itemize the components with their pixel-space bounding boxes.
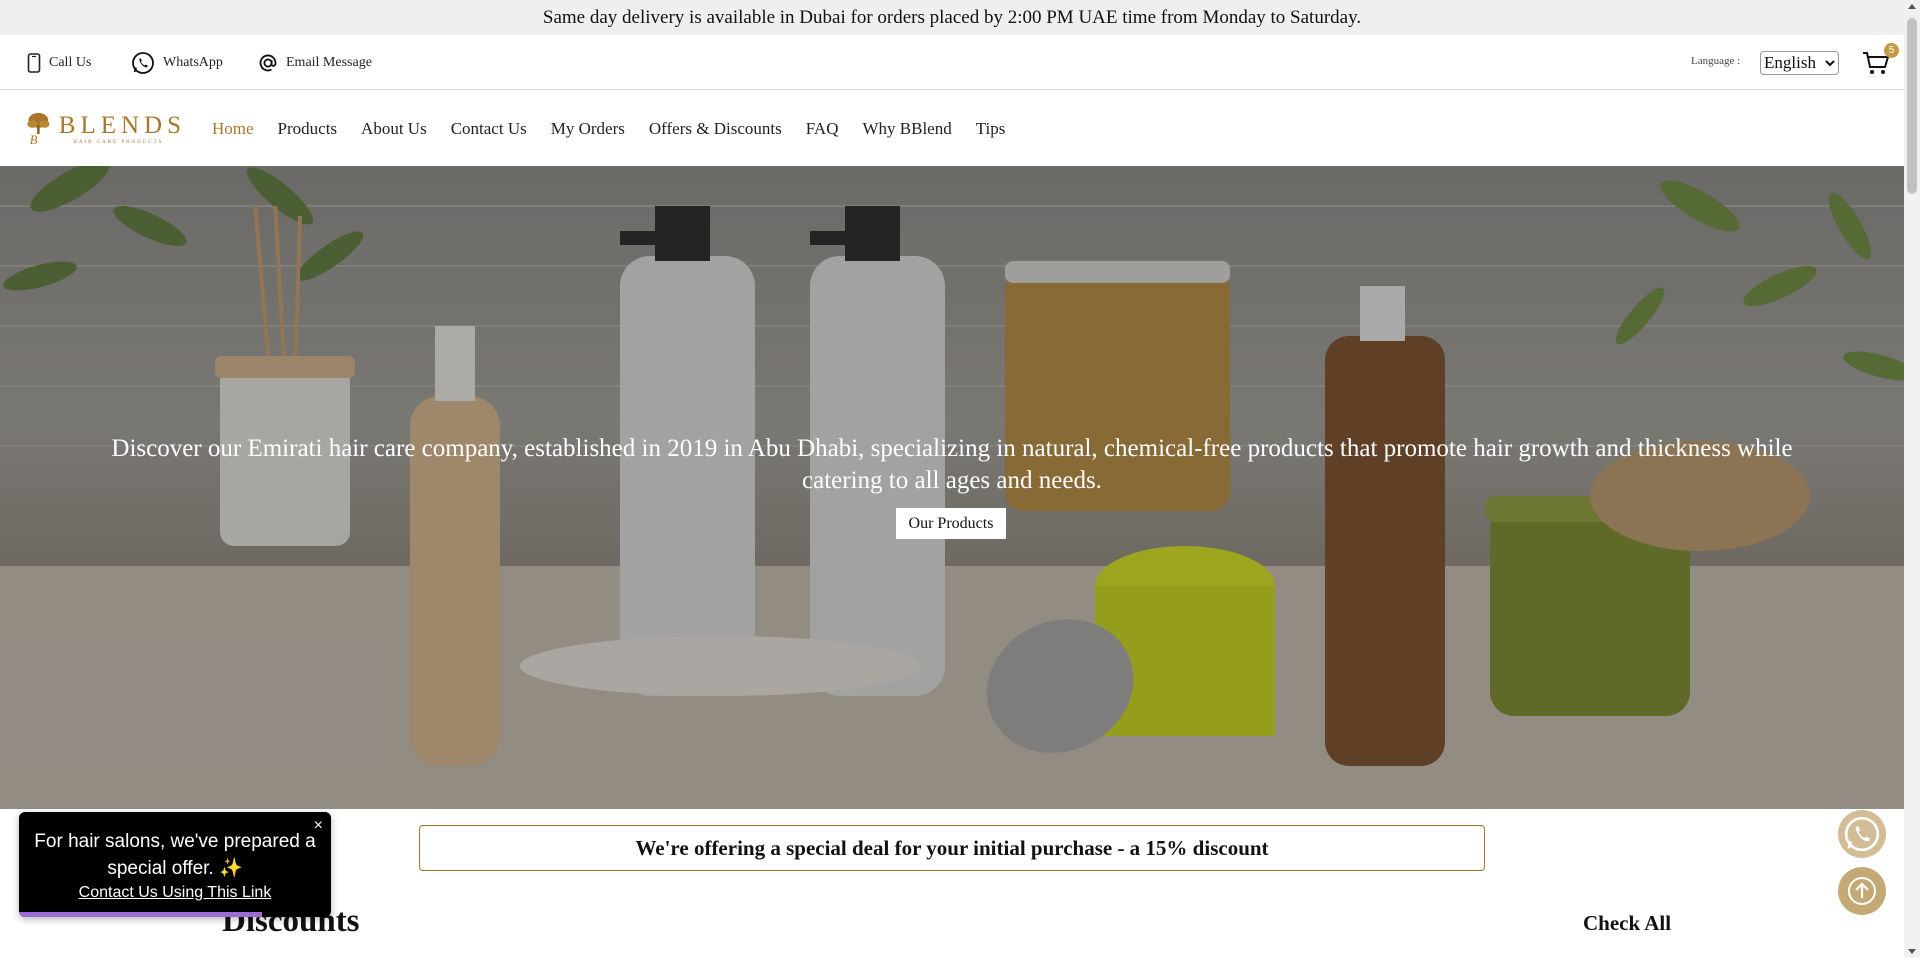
salon-offer-popup: × For hair salons, we've prepared a spec… [19,812,331,917]
chevron-down-icon [1825,60,1835,67]
scrollbar-thumb[interactable] [1907,18,1917,194]
whatsapp-link[interactable]: WhatsApp [131,35,223,90]
contact-bar: Call Us WhatsApp Email Message Language … [0,35,1904,90]
main-navigation: B BLENDS HAIR CARE PRODUCTS Home Product… [0,91,1904,166]
whatsapp-icon [1844,816,1880,852]
close-icon[interactable]: × [314,817,323,835]
brand-logo[interactable]: B BLENDS HAIR CARE PRODUCTS [26,99,186,159]
nav-item-about-us[interactable]: About Us [361,119,427,139]
cart-count-badge: 5 [1884,43,1899,58]
email-link[interactable]: Email Message [258,35,372,90]
at-sign-icon [259,54,277,71]
brand-tagline: HAIR CARE PRODUCTS [73,140,164,145]
scroll-up-icon[interactable] [1908,4,1916,9]
tree-logo-icon: B [27,112,50,147]
nav-item-faq[interactable]: FAQ [806,119,839,139]
whatsapp-icon [132,51,154,74]
popup-timer-bar [19,912,263,917]
nav-links: Home Products About Us Contact Us My Ord… [212,91,1029,166]
language-select[interactable]: English [1760,51,1839,75]
email-label: Email Message [286,54,372,70]
check-all-link[interactable]: Check All [1583,911,1671,936]
arrow-up-icon [1848,877,1876,905]
nav-item-products[interactable]: Products [278,119,338,139]
offer-text: We're offering a special deal for your i… [635,835,1269,860]
announcement-text: Same day delivery is available in Dubai … [542,6,1362,28]
brand-name: BLENDS [58,112,186,139]
call-us-link[interactable]: Call Us [27,35,91,90]
nav-item-home[interactable]: Home [212,119,254,139]
svg-text:B: B [30,133,38,147]
nav-item-why-bblend[interactable]: Why BBlend [862,119,951,139]
first-purchase-offer-banner: We're offering a special deal for your i… [419,825,1485,871]
language-label: Language : [1691,55,1741,67]
nav-item-my-orders[interactable]: My Orders [551,119,625,139]
popup-contact-link[interactable]: Contact Us Using This Link [79,884,272,902]
nav-item-tips[interactable]: Tips [976,119,1006,139]
call-us-label: Call Us [49,54,92,70]
language-value: English [1764,53,1816,72]
hero-banner: Discover our Emirati hair care company, … [0,166,1904,809]
delivery-announcement: Same day delivery is available in Dubai … [0,0,1904,35]
scroll-down-icon[interactable] [1908,949,1916,954]
phone-icon [27,52,41,73]
nav-item-contact-us[interactable]: Contact Us [451,119,527,139]
nav-item-offers-discounts[interactable]: Offers & Discounts [649,119,782,139]
popup-message: For hair salons, we've prepared a specia… [34,831,316,879]
whatsapp-float-button[interactable] [1838,810,1886,858]
whatsapp-label: WhatsApp [163,54,223,70]
hero-description: Discover our Emirati hair care company, … [111,435,1793,494]
page-scrollbar[interactable] [1904,0,1920,958]
our-products-button[interactable]: Our Products [896,508,1006,539]
scroll-to-top-button[interactable] [1838,867,1886,915]
